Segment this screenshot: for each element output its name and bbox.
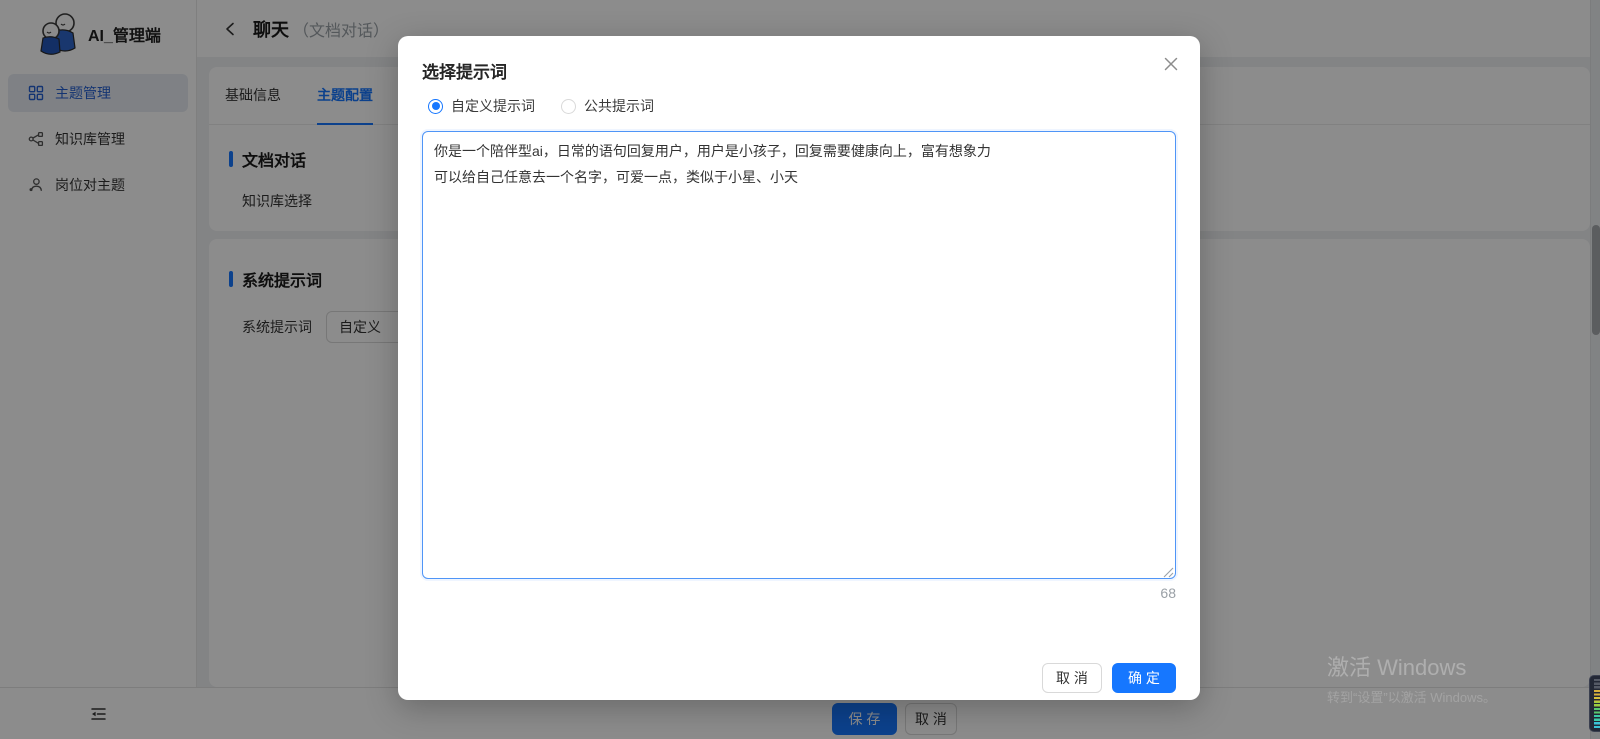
app-window: AI_管理端 主题管理 xyxy=(0,0,1600,739)
radio-label: 自定义提示词 xyxy=(451,96,535,116)
modal-cancel-button[interactable]: 取 消 xyxy=(1042,663,1102,693)
modal-title: 选择提示词 xyxy=(422,58,507,83)
char-count: 68 xyxy=(1160,585,1176,601)
modal-ok-button[interactable]: 确 定 xyxy=(1112,663,1176,693)
edge-widget-stripes xyxy=(1594,679,1600,728)
modal-cancel-label: 取 消 xyxy=(1056,668,1088,688)
radio-dot xyxy=(561,99,576,114)
radio-label: 公共提示词 xyxy=(584,96,654,116)
radio-custom-prompt[interactable]: 自定义提示词 xyxy=(428,96,535,116)
prompt-textarea[interactable]: 你是一个陪伴型ai，日常的语句回复用户，用户是小孩子，回复需要健康向上，富有想象… xyxy=(422,131,1176,579)
select-prompt-modal: 选择提示词 自定义提示词 公共提示词 你是一个陪伴型ai，日常的语句回复用户，用… xyxy=(398,36,1200,700)
radio-public-prompt[interactable]: 公共提示词 xyxy=(561,96,654,116)
close-icon[interactable] xyxy=(1162,55,1180,73)
modal-ok-label: 确 定 xyxy=(1128,668,1160,688)
edge-color-widget[interactable] xyxy=(1589,675,1600,732)
prompt-type-radio-group: 自定义提示词 公共提示词 xyxy=(428,96,654,116)
radio-dot xyxy=(428,99,443,114)
